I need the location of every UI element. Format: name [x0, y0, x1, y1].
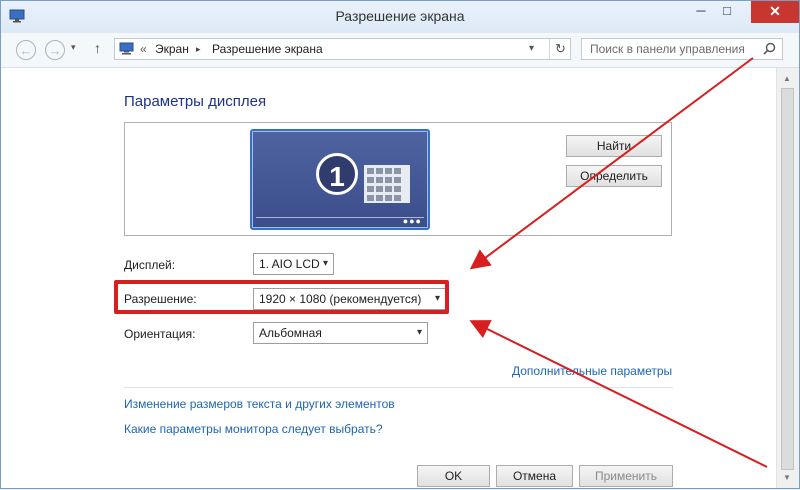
annotation-arrow-lower — [469, 320, 768, 468]
resolution-window: Разрешение экрана ─ □ ✕ ← → ▾ ↑ « Экран … — [0, 0, 800, 489]
annotation-arrows — [469, 57, 768, 468]
annotation-arrow-upper — [469, 57, 754, 270]
